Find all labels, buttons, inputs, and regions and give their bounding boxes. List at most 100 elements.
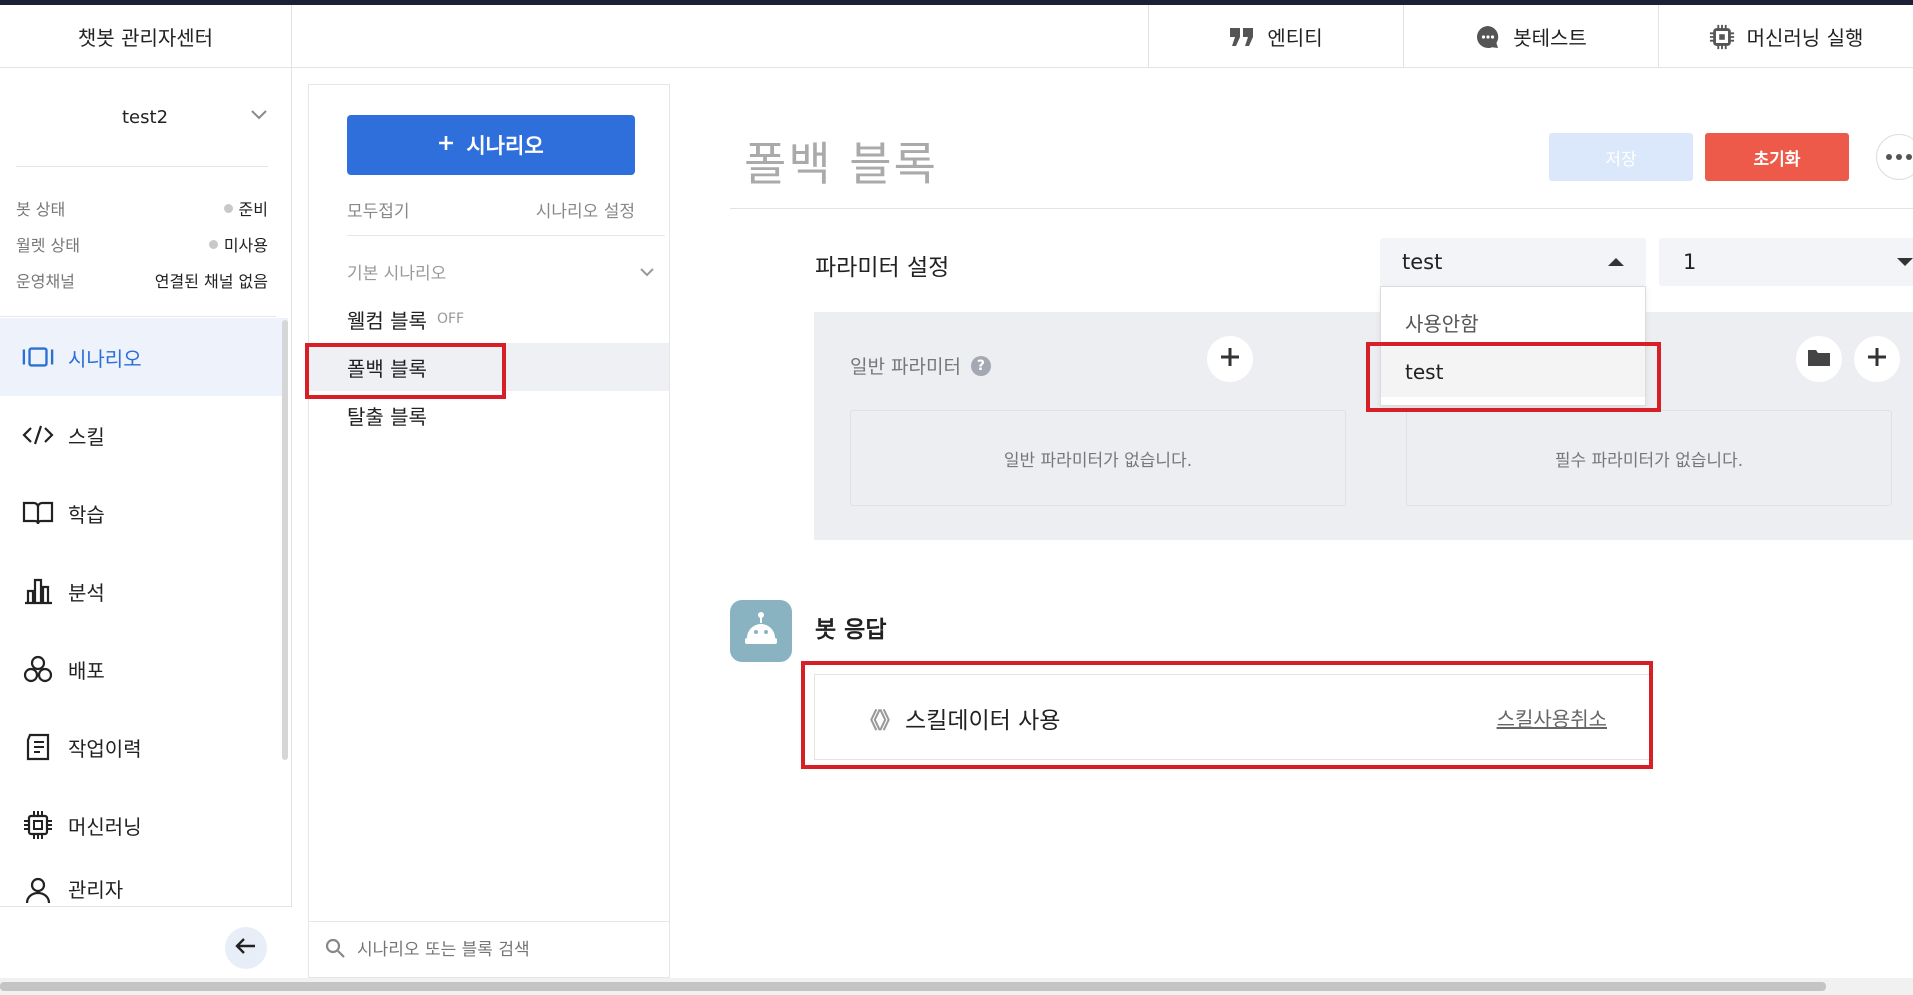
user-icon — [22, 874, 54, 906]
status-value-text: 준비 — [238, 200, 268, 219]
scenario-divider — [347, 235, 665, 236]
sidebar-footer — [0, 906, 292, 978]
status-value: 연결된 채널 없음 — [154, 272, 268, 291]
nav-ml-run[interactable]: 머신러닝 실행 — [1658, 5, 1913, 68]
block-label: 폴백 블록 — [347, 356, 427, 381]
nav-ml-run-label: 머신러닝 실행 — [1746, 26, 1864, 50]
sidebar-item-label: 시나리오 — [68, 346, 142, 371]
folder-button[interactable] — [1796, 336, 1842, 382]
book-icon — [22, 497, 54, 529]
block-item-exit[interactable]: 탈출 블록 — [309, 391, 669, 439]
sidebar-item-learning[interactable]: 학습 — [0, 474, 288, 552]
scenario-group-header[interactable]: 기본 시나리오 — [347, 259, 655, 284]
bot-avatar — [730, 600, 792, 662]
status-value: 미사용 — [208, 232, 268, 256]
required-parameter-empty: 필수 파라미터가 없습니다. — [1406, 410, 1892, 506]
general-parameter-empty: 일반 파라미터가 없습니다. — [850, 410, 1346, 506]
plus-icon — [1866, 346, 1888, 372]
collapse-sidebar-button[interactable] — [225, 927, 267, 969]
sidebar-item-ml[interactable]: 머신러닝 — [0, 786, 288, 864]
left-sidebar: test2 봇 상태 준비 월렛 상태 미사용 운영채널 연결된 채널 없음 시… — [0, 68, 292, 978]
caret-down-icon — [1897, 258, 1913, 266]
arrow-left-icon — [235, 937, 257, 959]
add-required-parameter-button[interactable] — [1854, 336, 1900, 382]
add-scenario-label: 시나리오 — [466, 135, 544, 158]
scenario-search-input[interactable] — [357, 939, 637, 960]
bot-selector[interactable]: test2 — [16, 92, 268, 142]
brand-title[interactable]: 챗봇 관리자센터 — [0, 5, 292, 68]
scenario-settings-link[interactable]: 시나리오 설정 — [536, 197, 635, 222]
bar-chart-icon — [22, 575, 54, 607]
sidebar-item-admin[interactable]: 관리자 — [0, 864, 288, 906]
chip-icon — [1709, 24, 1735, 50]
value-select-value: 1 — [1683, 250, 1697, 274]
parameter-select-value: test — [1402, 250, 1443, 274]
title-divider — [730, 208, 1913, 209]
nav-entity[interactable]: 엔티티 — [1148, 5, 1403, 68]
sidebar-scrollbar[interactable] — [282, 320, 288, 760]
sidebar-item-label: 분석 — [68, 580, 105, 605]
dropdown-option-test[interactable]: test — [1381, 347, 1645, 397]
reset-button[interactable]: 초기화 — [1705, 133, 1849, 181]
sidebar-item-label: 머신러닝 — [68, 814, 142, 839]
add-general-parameter-button[interactable] — [1207, 336, 1253, 382]
parameter-select[interactable]: test — [1380, 238, 1646, 286]
chip-icon — [22, 809, 54, 841]
status-key: 월렛 상태 — [16, 236, 80, 255]
more-dot-icon — [1896, 154, 1902, 160]
folder-icon — [1807, 347, 1831, 371]
parameter-settings-label: 파라미터 설정 — [815, 255, 950, 281]
chevron-down-icon — [250, 106, 268, 125]
scrollbar-thumb[interactable] — [0, 982, 1826, 991]
sidebar-item-label: 배포 — [68, 658, 105, 683]
add-scenario-button[interactable]: 시나리오 — [347, 115, 635, 175]
more-dot-icon — [1906, 154, 1912, 160]
status-bot: 봇 상태 준비 — [16, 196, 268, 220]
scenario-icon — [22, 341, 54, 373]
status-value: 준비 — [223, 196, 268, 220]
sidebar-item-scenario[interactable]: 시나리오 — [0, 318, 288, 396]
block-item-welcome[interactable]: 웰컴 블록 OFF — [309, 295, 669, 343]
help-icon[interactable]: ? — [970, 355, 991, 376]
status-wallet: 월렛 상태 미사용 — [16, 232, 268, 256]
general-parameter-header: 일반 파라미터 ? — [850, 352, 991, 379]
save-button[interactable]: 저장 — [1549, 133, 1693, 181]
nav-bot-test-label: 봇테스트 — [1513, 26, 1587, 50]
skill-cancel-link[interactable]: 스킬사용취소 — [1497, 703, 1607, 732]
bot-name: test2 — [122, 106, 169, 128]
block-label: 웰컴 블록 — [347, 308, 427, 333]
status-dot-icon — [223, 203, 233, 213]
more-options-button[interactable] — [1876, 134, 1913, 180]
sidebar-item-label: 작업이력 — [68, 736, 142, 761]
document-icon — [22, 731, 54, 763]
sidebar-item-label: 스킬 — [68, 424, 105, 449]
sidebar-item-history[interactable]: 작업이력 — [0, 708, 288, 786]
sidebar-item-deploy[interactable]: 배포 — [0, 630, 288, 708]
sidebar-item-label: 관리자 — [68, 878, 124, 902]
sidebar-item-analytics[interactable]: 분석 — [0, 552, 288, 630]
status-key: 봇 상태 — [16, 200, 66, 219]
horizontal-scrollbar[interactable] — [0, 978, 1913, 995]
parameter-panel: 일반 파라미터 ? 일반 파라미터가 없습니다. 필수 파라미터가 없습니다. — [814, 312, 1913, 540]
search-icon — [325, 938, 345, 962]
chat-bubble-icon — [1475, 24, 1501, 50]
sidebar-item-skill[interactable]: 스킬 — [0, 396, 288, 474]
status-channel: 운영채널 연결된 채널 없음 — [16, 268, 268, 292]
skill-data-card: 《》 스킬데이터 사용 스킬사용취소 — [814, 674, 1652, 760]
chevron-down-icon — [639, 262, 655, 282]
parameter-dropdown: 사용안함 test — [1380, 286, 1646, 406]
plus-icon — [1219, 346, 1241, 372]
value-select[interactable]: 1 — [1659, 238, 1913, 286]
bot-response-label: 봇 응답 — [815, 617, 887, 643]
block-label: 탈출 블록 — [347, 404, 427, 429]
nav-bot-test[interactable]: 봇테스트 — [1403, 5, 1658, 68]
caret-up-icon — [1608, 258, 1624, 266]
top-header: 챗봇 관리자센터 엔티티 봇테스트 머신러닝 실행 — [0, 5, 1913, 68]
sidebar-item-label: 학습 — [68, 502, 105, 527]
block-item-fallback[interactable]: 폴백 블록 — [309, 343, 669, 391]
sidebar-divider — [16, 166, 268, 167]
status-dot-icon — [208, 239, 218, 249]
dropdown-option-none[interactable]: 사용안함 — [1381, 297, 1645, 347]
robot-icon — [741, 610, 781, 652]
collapse-all-link[interactable]: 모두접기 — [347, 197, 410, 222]
